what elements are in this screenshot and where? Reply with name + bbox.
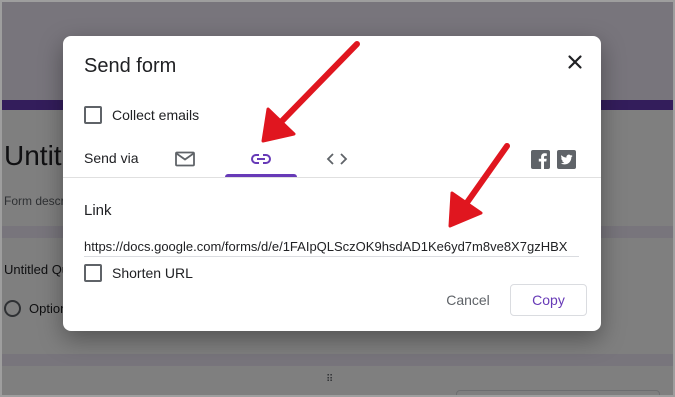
send-via-label: Send via (84, 150, 139, 166)
link-section-label: Link (84, 202, 112, 219)
tabs-divider (63, 177, 601, 178)
share-facebook-button[interactable] (531, 150, 550, 169)
facebook-icon (531, 150, 550, 169)
shorten-url-box[interactable] (84, 264, 102, 282)
dialog-title: Send form (84, 55, 177, 77)
link-icon (251, 154, 271, 164)
close-button[interactable] (563, 50, 587, 74)
share-twitter-button[interactable] (557, 150, 576, 169)
embed-icon (326, 153, 348, 165)
email-icon (175, 151, 195, 167)
collect-emails-label: Collect emails (112, 107, 200, 123)
close-icon (568, 55, 582, 69)
cancel-button[interactable]: Cancel (435, 284, 501, 316)
collect-emails-box[interactable] (84, 106, 102, 124)
tab-embed[interactable] (313, 140, 361, 178)
shorten-url-checkbox[interactable]: Shorten URL (84, 264, 193, 282)
tab-link[interactable] (225, 140, 297, 178)
copy-button[interactable]: Copy (510, 284, 587, 316)
shorten-url-label: Shorten URL (112, 265, 193, 281)
send-form-dialog: Send form Collect emails Send via Link h… (63, 36, 601, 331)
link-url-field[interactable] (84, 236, 579, 257)
twitter-icon (557, 150, 576, 169)
tab-email[interactable] (161, 140, 209, 178)
collect-emails-checkbox[interactable]: Collect emails (84, 106, 199, 124)
